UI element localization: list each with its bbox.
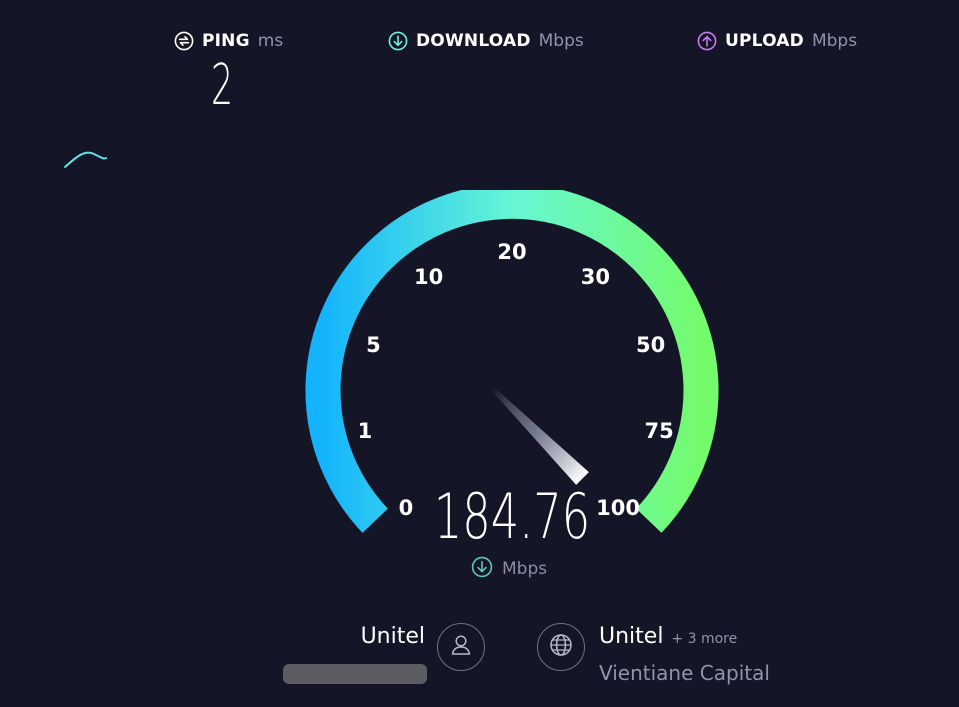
server-more-link[interactable]: + 3 more — [671, 631, 737, 647]
server-name[interactable]: Unitel — [599, 624, 663, 649]
ping-trend-line — [64, 151, 107, 168]
upload-icon — [697, 31, 717, 51]
user-button[interactable] — [437, 623, 485, 671]
gauge-tick-1: 1 — [357, 419, 373, 444]
gauge-tick-10: 10 — [414, 265, 444, 290]
ping-icon — [174, 31, 194, 51]
speedtest-results: PING ms 2 DOWNLOAD Mbps UPLOAD Mbps 0 1 … — [0, 0, 959, 707]
gauge-tick-20: 20 — [497, 240, 527, 264]
gauge-tick-50: 50 — [635, 332, 666, 357]
download-icon — [471, 556, 493, 583]
isp-name: Unitel — [360, 624, 425, 649]
speed-unit-row: Mbps — [471, 556, 548, 583]
download-unit: Mbps — [538, 31, 584, 51]
server-name-row[interactable]: Unitel + 3 more — [599, 624, 737, 649]
download-metric: DOWNLOAD Mbps — [388, 28, 584, 54]
ping-unit: ms — [257, 31, 284, 51]
ip-address-redacted — [283, 664, 427, 684]
change-server-button[interactable] — [537, 623, 585, 671]
gauge-tick-75: 75 — [644, 419, 674, 444]
ping-metric: PING ms — [174, 28, 283, 54]
upload-unit: Mbps — [811, 31, 858, 51]
gauge-tick-100: 100 — [596, 496, 640, 521]
speed-unit-label: Mbps — [502, 559, 548, 579]
user-icon — [448, 632, 474, 662]
ping-value: 2 — [210, 53, 234, 118]
server-location: Vientiane Capital — [599, 661, 770, 685]
download-icon — [388, 31, 408, 51]
gauge-tick-0: 0 — [398, 496, 414, 521]
globe-icon — [548, 632, 574, 662]
download-label: DOWNLOAD — [416, 31, 531, 51]
upload-metric: UPLOAD Mbps — [697, 28, 857, 54]
gauge-tick-5: 5 — [366, 332, 381, 357]
upload-label: UPLOAD — [725, 31, 804, 51]
gauge-tick-30: 30 — [580, 265, 610, 290]
download-speed-value: 184.76 — [433, 480, 591, 553]
gauge-needle — [490, 386, 589, 485]
ping-label: PING — [202, 31, 250, 51]
